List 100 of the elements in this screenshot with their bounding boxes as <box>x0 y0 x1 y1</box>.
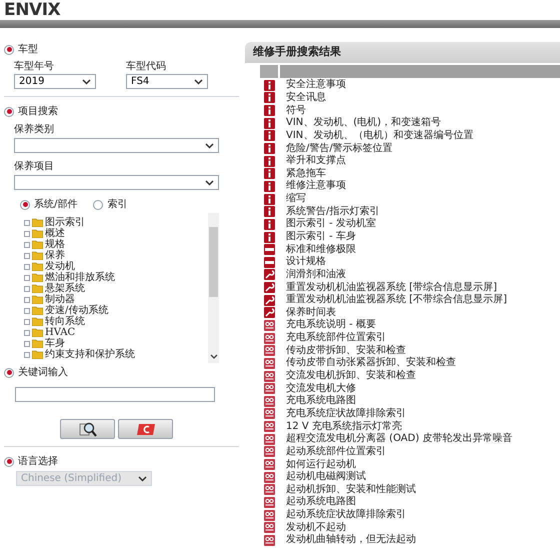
category-select[interactable] <box>14 138 219 153</box>
logo: ENVIX <box>4 2 60 18</box>
tree-item[interactable]: 发动机 <box>45 262 75 272</box>
results-title: 维修手册搜索结果 <box>253 44 341 60</box>
info-icon <box>264 218 274 230</box>
result-link[interactable]: VIN、发动机、(电机)，和变速箱号 <box>286 118 442 128</box>
result-link[interactable]: 起动系统部件位置索引 <box>286 446 386 457</box>
radio-button[interactable] <box>4 44 14 54</box>
folder-icon <box>32 251 43 260</box>
result-link[interactable]: 充电系统说明 - 概要 <box>286 320 376 330</box>
result-link[interactable]: 安全讯息 <box>286 92 326 103</box>
result-link[interactable]: 安全注意事项 <box>286 80 346 90</box>
result-link[interactable]: 维修注意事项 <box>286 181 346 192</box>
info-icon <box>264 130 274 142</box>
result-link[interactable]: 发动机曲轴转动，但无法起动 <box>286 535 416 546</box>
result-link[interactable]: 图示索引 - 发动机室 <box>286 219 376 230</box>
radio-button[interactable] <box>20 200 30 210</box>
result-link[interactable]: 充电系统症状故障排除索引 <box>286 408 406 419</box>
result-link[interactable]: 起动系统症状故障排除索引 <box>286 510 406 520</box>
section-title: 车型 <box>18 42 38 57</box>
result-link[interactable]: 润滑剂和油液 <box>286 270 346 280</box>
result-link[interactable]: 12 V 充电系统指示灯常亮 <box>286 422 402 432</box>
result-link[interactable]: 保养时间表 <box>286 308 336 318</box>
result-link[interactable]: 充电系统电路图 <box>286 396 356 406</box>
folder-icon <box>32 317 43 326</box>
result-link[interactable]: 传动皮带拆卸、安装和检查 <box>286 346 406 356</box>
folder-icon <box>32 295 43 304</box>
result-link[interactable]: 标准和维修极限 <box>286 244 356 255</box>
section-title: 项目搜索 <box>18 104 58 119</box>
wrench-icon <box>264 269 274 280</box>
folder-icon <box>32 218 43 227</box>
tree-item[interactable]: 图示索引 <box>45 218 85 228</box>
result-link[interactable]: 缩写 <box>286 194 306 204</box>
model-code-select[interactable]: FS4 <box>126 74 208 89</box>
result-link[interactable]: 紧急拖车 <box>286 168 326 179</box>
result-link[interactable]: 图示索引 - 车身 <box>286 232 356 242</box>
result-link[interactable]: 超程交流发电机分离器 (OAD) 皮带轮发出异常噪音 <box>286 434 512 444</box>
section-title: 语言选择 <box>18 454 58 469</box>
radio-button[interactable] <box>93 200 104 210</box>
result-link[interactable]: 举升和支撑点 <box>286 156 346 166</box>
folder-icon <box>32 262 43 271</box>
tree-item[interactable]: 悬架系统 <box>45 284 85 294</box>
result-link[interactable]: 起动系统电路图 <box>286 497 356 508</box>
tree-item[interactable]: 转向系统 <box>45 316 85 326</box>
result-link[interactable]: 起动机拆卸、安装和性能测试 <box>286 484 416 495</box>
result-link[interactable]: 如何运行起动机 <box>286 460 356 470</box>
result-link[interactable]: 符号 <box>286 106 306 116</box>
tree-item[interactable]: 规格 <box>45 240 65 250</box>
result-link[interactable]: 危险/警告/警示标签位置 <box>286 144 393 154</box>
result-link[interactable]: 起动机电磁阀测试 <box>286 472 366 482</box>
circuit-icon <box>264 320 274 331</box>
circuit-icon <box>264 484 274 496</box>
chevron-down-icon <box>138 476 147 482</box>
chevron-down-icon[interactable] <box>210 354 218 359</box>
keyword-field[interactable] <box>15 386 215 402</box>
clear-button[interactable] <box>118 419 173 439</box>
search-button[interactable] <box>60 419 115 439</box>
info-icon <box>264 143 274 154</box>
folder-icon <box>32 240 43 249</box>
circuit-icon <box>264 534 274 546</box>
result-link[interactable]: 重置发动机机油监视器系统 [不带综合信息显示屏] <box>286 295 507 306</box>
section-title: 关键词输入 <box>18 366 68 380</box>
tree-item[interactable]: 制动器 <box>45 294 75 304</box>
info-icon <box>264 180 274 192</box>
info-icon <box>264 206 274 218</box>
chevron-down-icon <box>205 180 214 186</box>
chevron-down-icon <box>82 78 91 84</box>
year-select[interactable]: 2019 <box>14 74 96 89</box>
tree-item[interactable]: 概述 <box>45 228 65 238</box>
result-link[interactable]: 重置发动机机油监视器系统 [带综合信息显示屏] <box>286 282 497 293</box>
info-icon <box>264 168 274 180</box>
tree-item[interactable]: 保养 <box>45 250 65 260</box>
clear-icon <box>136 422 156 436</box>
circuit-icon <box>264 446 274 458</box>
item-select[interactable] <box>14 175 219 190</box>
tree-item[interactable]: HVAC <box>45 328 76 338</box>
result-link[interactable]: 系统警告/指示灯索引 <box>286 206 380 217</box>
circuit-icon <box>264 383 274 394</box>
folder-icon <box>32 328 43 337</box>
info-icon <box>264 92 274 104</box>
result-link[interactable]: 交流发电机拆卸、安装和检查 <box>286 371 416 382</box>
folder-icon <box>32 350 43 359</box>
circuit-icon <box>264 396 274 407</box>
result-link[interactable]: 传动皮带自动张紧器拆卸、安装和检查 <box>286 358 456 368</box>
tree-item[interactable]: 变速/传动系统 <box>45 306 108 316</box>
result-link[interactable]: 充电系统部件位置索引 <box>286 333 386 344</box>
tree-item[interactable]: 约束支持和保护系统 <box>45 350 135 360</box>
circuit-icon <box>264 496 274 508</box>
scrollbar[interactable] <box>208 213 219 363</box>
result-link[interactable]: 发动机不起动 <box>286 522 346 533</box>
radio-button[interactable] <box>4 368 14 378</box>
tree-item[interactable]: 车身 <box>45 338 65 348</box>
result-link[interactable]: VIN、发动机、（电机）和变速器编号位置 <box>286 130 474 141</box>
wrench-icon <box>264 307 274 318</box>
radio-button[interactable] <box>4 106 14 116</box>
tree-item[interactable]: 燃油和排放系统 <box>45 272 115 282</box>
spec-sheet-icon <box>264 244 274 256</box>
result-link[interactable]: 交流发电机大修 <box>286 384 356 394</box>
result-link[interactable]: 设计规格 <box>286 257 326 268</box>
wrench-icon <box>264 294 274 306</box>
